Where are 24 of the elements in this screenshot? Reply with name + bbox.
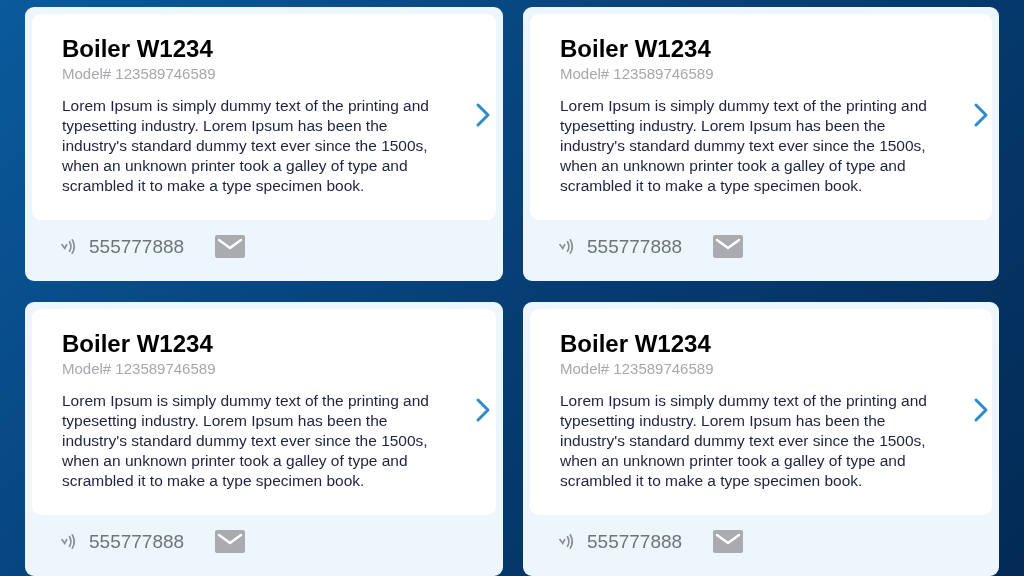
product-title: Boiler W1234 <box>560 34 712 64</box>
product-title: Boiler W1234 <box>560 329 712 359</box>
mail-icon[interactable] <box>713 530 743 553</box>
chevron-right-icon[interactable] <box>475 397 491 423</box>
phone-number: 555777888 <box>89 530 186 553</box>
phone-number: 555777888 <box>587 235 684 258</box>
mail-icon[interactable] <box>713 235 743 258</box>
phone-number: 555777888 <box>89 235 186 258</box>
chevron-right-icon[interactable] <box>475 102 491 128</box>
product-description: Lorem Ipsum is simply dummy text of the printing and typesetting industry. Lorem Ipsum has been the industry's standard dummy text ever since the 1500s, when an unknown printer took a galley of type and scrambled it to make a type specimen book. <box>560 96 928 196</box>
model-number: Model# 123589746589 <box>560 359 715 379</box>
product-description: Lorem Ipsum is simply dummy text of the printing and typesetting industry. Lorem Ipsum has been the industry's standard dummy text ever since the 1500s, when an unknown printer took a galley of type and scrambled it to make a type specimen book. <box>62 391 430 491</box>
phone-number: 555777888 <box>587 530 684 553</box>
product-title: Boiler W1234 <box>62 329 214 359</box>
chevron-right-icon[interactable] <box>973 397 989 423</box>
model-number: Model# 123589746589 <box>62 359 217 379</box>
product-description: Lorem Ipsum is simply dummy text of the printing and typesetting industry. Lorem Ipsum has been the industry's standard dummy text ever since the 1500s, when an unknown printer took a galley of type and scrambled it to make a type specimen book. <box>62 96 430 196</box>
mail-icon[interactable] <box>215 235 245 258</box>
model-number: Model# 123589746589 <box>560 64 715 84</box>
chevron-right-icon[interactable] <box>973 102 989 128</box>
model-number: Model# 123589746589 <box>62 64 217 84</box>
mail-icon[interactable] <box>215 530 245 553</box>
product-description: Lorem Ipsum is simply dummy text of the printing and typesetting industry. Lorem Ipsum has been the industry's standard dummy text ever since the 1500s, when an unknown printer took a galley of type and scrambled it to make a type specimen book. <box>560 391 928 491</box>
product-title: Boiler W1234 <box>62 34 214 64</box>
